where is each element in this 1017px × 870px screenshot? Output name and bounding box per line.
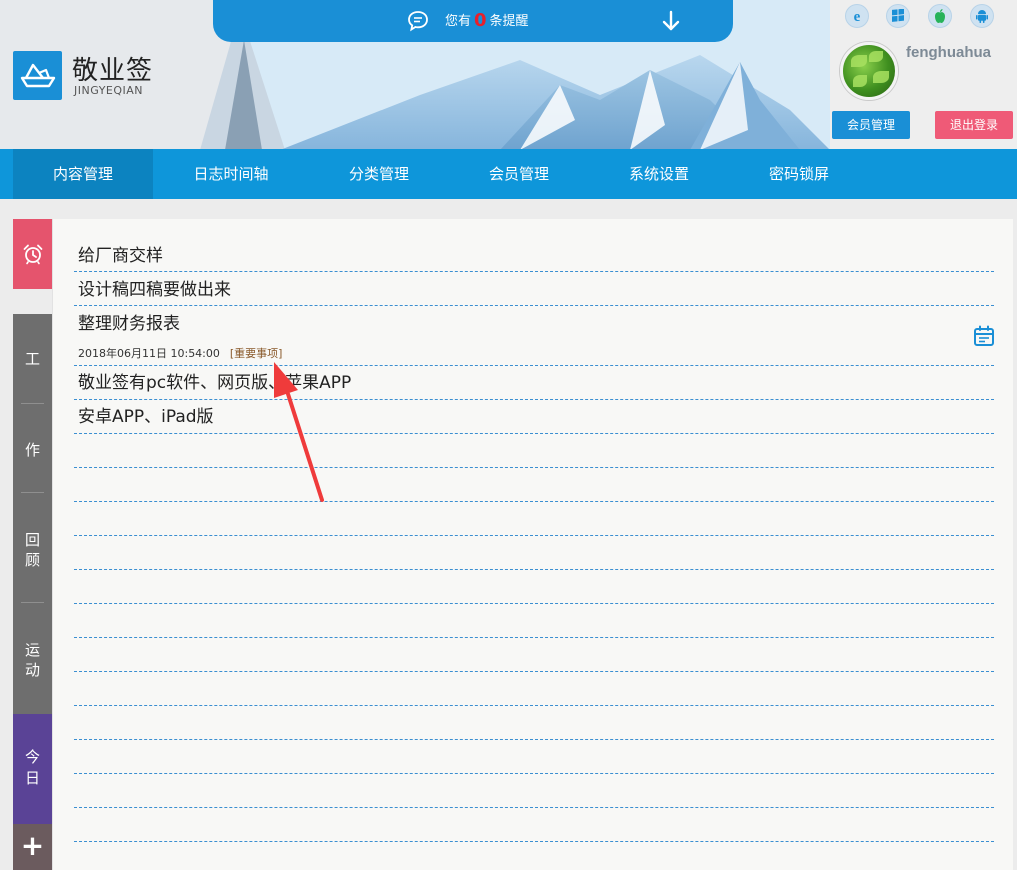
nav-item-log-timeline[interactable]: 日志时间轴 xyxy=(163,149,299,199)
note-item[interactable]: 整理财务报表 xyxy=(78,313,180,335)
windows-icon[interactable] xyxy=(886,4,910,28)
ruled-line xyxy=(74,467,994,468)
arrow-down-icon[interactable] xyxy=(661,10,681,32)
ruled-line xyxy=(74,433,994,434)
note-item[interactable]: 设计稿四稿要做出来 xyxy=(78,279,231,301)
tab-divider xyxy=(21,492,44,493)
note-datetime: 2018年06月11日 10:54:00 xyxy=(78,347,220,360)
header: 您有 0 条提醒 敬业签 JINGYEQIAN e fenghuahua 会员管… xyxy=(0,0,1017,150)
reminder-suffix: 条提醒 xyxy=(489,14,529,29)
ruled-line xyxy=(74,671,994,672)
brand-name: 敬业签 xyxy=(72,56,154,86)
add-button[interactable]: + xyxy=(13,824,52,870)
logout-button[interactable]: 退出登录 xyxy=(935,111,1013,139)
ruled-line xyxy=(74,569,994,570)
avatar[interactable] xyxy=(840,42,898,100)
ruled-line xyxy=(74,739,994,740)
boat-logo-icon xyxy=(20,63,56,88)
tab-group-work: 工 作 回顾 运动 xyxy=(13,314,52,714)
notes-panel: 给厂商交样 设计稿四稿要做出来 整理财务报表 2018年06月11日 10:54… xyxy=(52,219,1013,870)
annotation-arrow-icon xyxy=(274,362,324,502)
nav-item-content-management[interactable]: 内容管理 xyxy=(13,149,153,199)
brand-subtitle: JINGYEQIAN xyxy=(74,84,144,97)
note-item[interactable]: 给厂商交样 xyxy=(78,245,163,267)
tab-sport[interactable]: 运动 xyxy=(13,640,52,680)
note-item[interactable]: 安卓APP、iPad版 xyxy=(78,406,214,428)
tab-reminder[interactable] xyxy=(13,219,52,289)
tab-today[interactable]: 今日 xyxy=(13,714,52,824)
tab-work-2[interactable]: 作 xyxy=(13,440,52,460)
note-meta: 2018年06月11日 10:54:00 [重要事项] xyxy=(78,345,282,361)
ruled-line xyxy=(74,705,994,706)
ruled-line xyxy=(74,637,994,638)
tab-review-label: 回顾 xyxy=(24,531,40,569)
nav-item-password-lock[interactable]: 密码锁屏 xyxy=(731,149,867,199)
note-tag[interactable]: [重要事项] xyxy=(230,347,283,360)
android-icon[interactable] xyxy=(970,4,994,28)
ruled-line xyxy=(74,535,994,536)
ruled-line xyxy=(74,807,994,808)
ruled-line xyxy=(74,501,994,502)
reminder-prefix: 您有 xyxy=(445,14,472,29)
logo[interactable] xyxy=(13,51,62,100)
ruled-line xyxy=(74,773,994,774)
tab-review[interactable]: 回顾 xyxy=(13,530,52,570)
ie-icon[interactable]: e xyxy=(845,4,869,28)
tab-today-text: 今日 xyxy=(24,748,40,787)
main-nav: 内容管理 日志时间轴 分类管理 会员管理 系统设置 密码锁屏 xyxy=(0,149,1017,199)
reminder-count: 0 xyxy=(474,10,487,31)
nav-item-category-management[interactable]: 分类管理 xyxy=(311,149,447,199)
ruled-line xyxy=(74,603,994,604)
reminder-text: 您有 0 条提醒 xyxy=(445,12,529,31)
tab-divider xyxy=(21,602,44,603)
tab-today-label: 今日 xyxy=(13,747,52,789)
reminder-bar[interactable]: 您有 0 条提醒 xyxy=(213,0,733,42)
username: fenghuahua xyxy=(906,44,991,61)
tab-divider xyxy=(21,403,44,404)
calendar-icon[interactable] xyxy=(973,325,995,347)
nav-item-system-settings[interactable]: 系统设置 xyxy=(591,149,727,199)
member-management-button[interactable]: 会员管理 xyxy=(832,111,910,139)
alarm-clock-icon xyxy=(23,244,42,265)
ruled-line xyxy=(74,271,994,272)
tab-work[interactable]: 工 xyxy=(13,349,52,369)
svg-text:e: e xyxy=(854,9,861,24)
ruled-line xyxy=(74,305,994,306)
ruled-line xyxy=(74,841,994,842)
chat-bubble-icon xyxy=(408,11,428,32)
ruled-line xyxy=(74,365,994,366)
nav-item-member-management[interactable]: 会员管理 xyxy=(451,149,587,199)
ruled-line xyxy=(74,399,994,400)
tab-sport-label: 运动 xyxy=(24,641,40,679)
apple-icon[interactable] xyxy=(928,4,952,28)
